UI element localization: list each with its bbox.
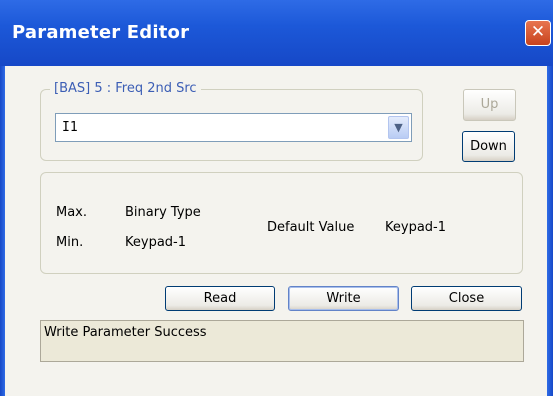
- read-button[interactable]: Read: [165, 286, 275, 311]
- min-value: Keypad-1: [125, 235, 187, 250]
- min-label: Min.: [56, 235, 84, 250]
- parameter-editor-window: Parameter Editor ✕ [BAS] 5 : Freq 2nd Sr…: [0, 0, 553, 396]
- combobox-value: I1: [62, 120, 78, 135]
- status-message-box: Write Parameter Success: [40, 320, 524, 362]
- parameter-value-combobox[interactable]: I1 ▼: [55, 113, 412, 142]
- close-button[interactable]: Close: [411, 286, 522, 311]
- status-message: Write Parameter Success: [44, 325, 207, 340]
- chevron-down-icon[interactable]: ▼: [388, 116, 409, 139]
- default-value: Keypad-1: [385, 220, 447, 235]
- write-button[interactable]: Write: [288, 286, 399, 311]
- parameter-group-legend: [BAS] 5 : Freq 2nd Src: [50, 81, 201, 96]
- max-value: Binary Type: [125, 205, 201, 220]
- close-icon[interactable]: ✕: [525, 20, 551, 46]
- window-border-right: [547, 66, 553, 396]
- down-button[interactable]: Down: [462, 131, 515, 162]
- max-label: Max.: [56, 205, 88, 220]
- window-title: Parameter Editor: [12, 22, 190, 43]
- default-value-label: Default Value: [267, 220, 355, 235]
- up-button[interactable]: Up: [463, 89, 516, 121]
- title-bar[interactable]: Parameter Editor ✕: [0, 0, 553, 66]
